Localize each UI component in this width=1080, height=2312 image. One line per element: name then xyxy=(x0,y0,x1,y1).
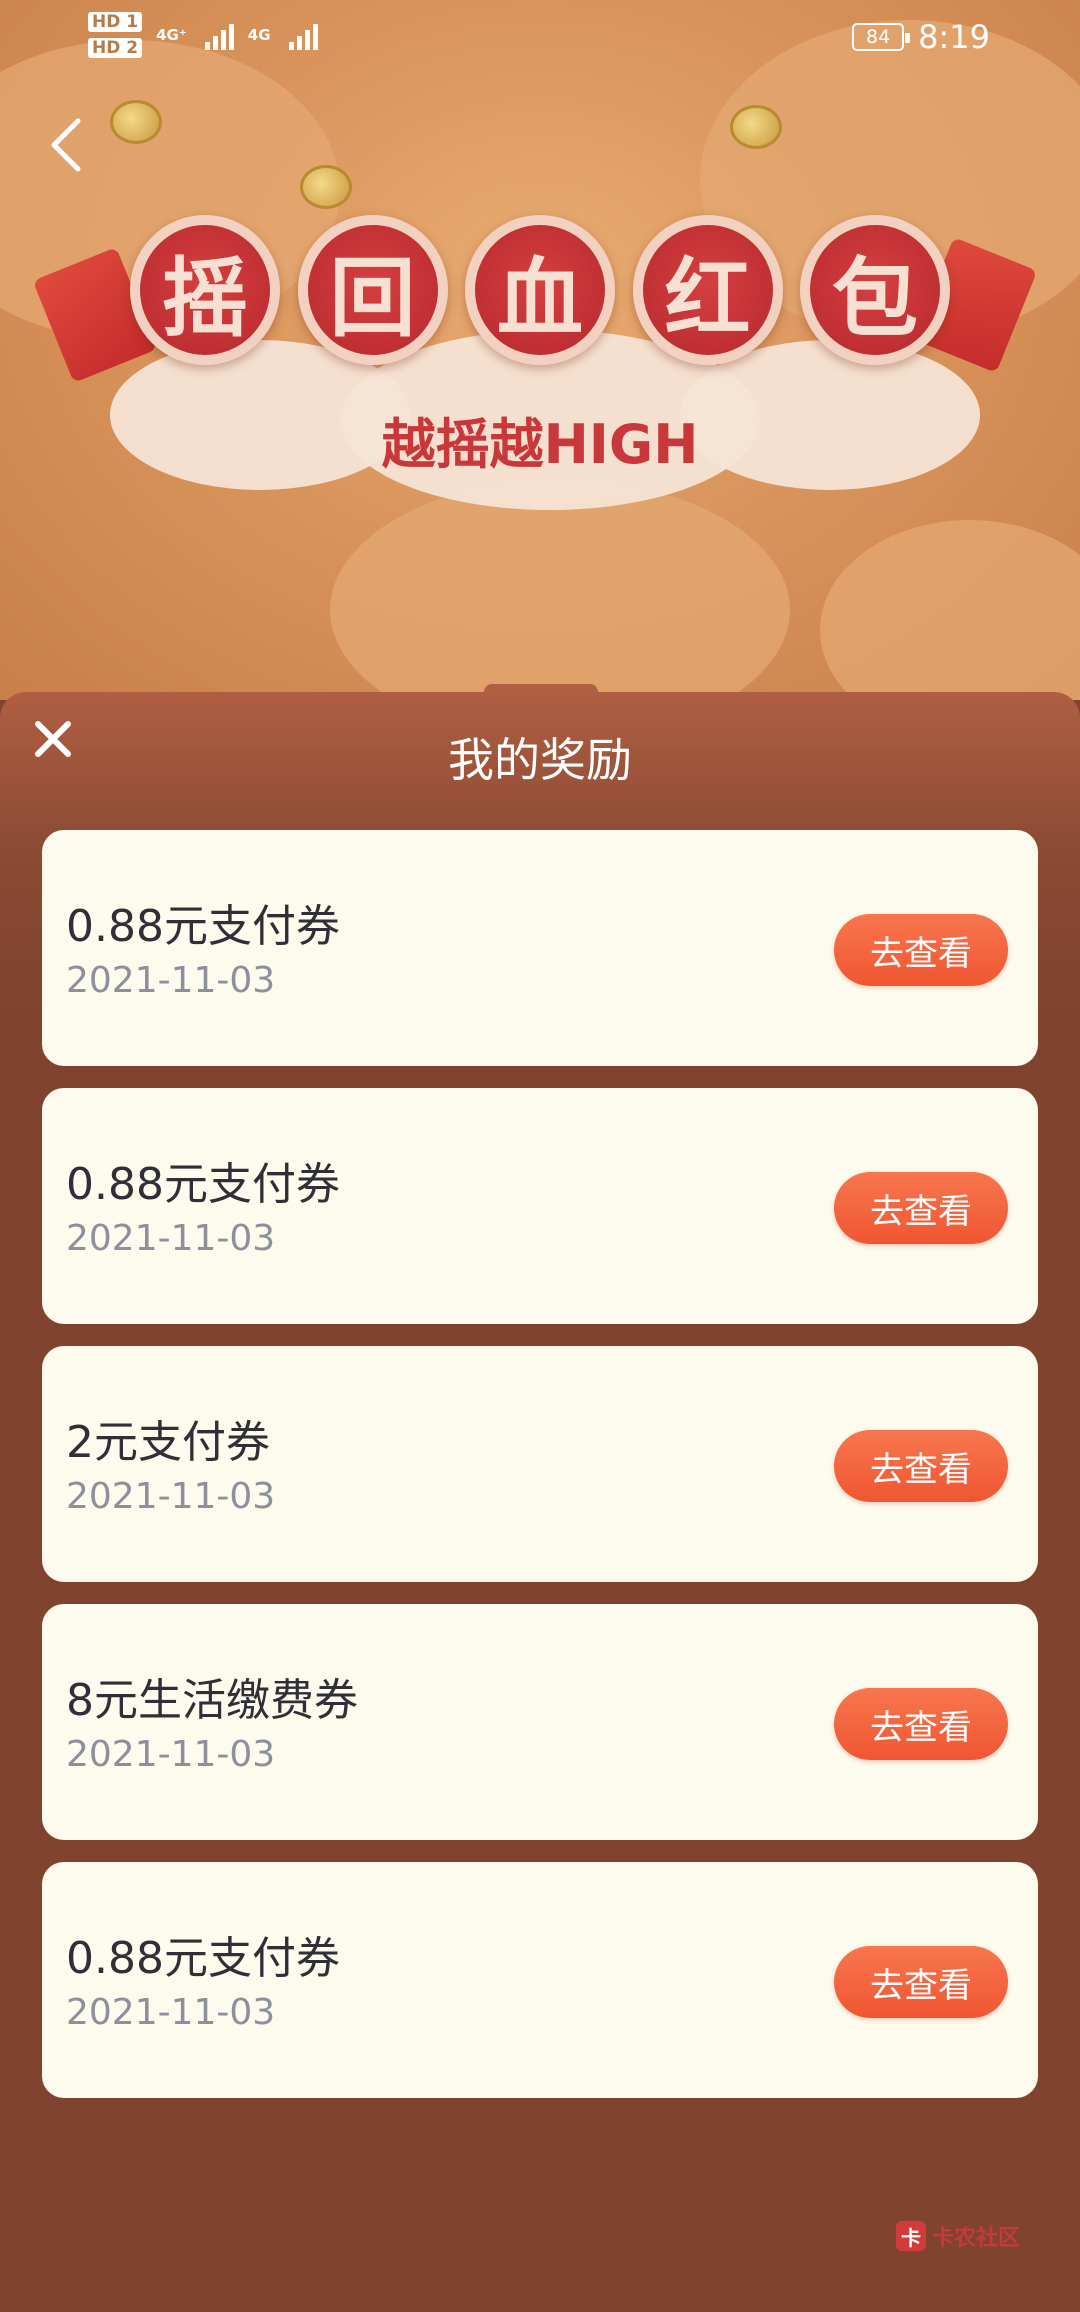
view-reward-button[interactable]: 去查看 xyxy=(834,1430,1008,1502)
title-char: 摇 xyxy=(130,215,280,365)
sim1-badge: HD 1 xyxy=(88,12,143,32)
reward-name: 0.88元支付券 xyxy=(66,1159,340,1210)
background-cloud xyxy=(820,520,1080,700)
view-reward-button[interactable]: 去查看 xyxy=(834,1688,1008,1760)
signal-indicators: HD 1 HD 2 4G⁺ 4G xyxy=(88,12,318,58)
reward-name: 0.88元支付券 xyxy=(66,1933,340,1984)
title-char: 回 xyxy=(297,215,448,365)
reward-date: 2021-11-03 xyxy=(66,1992,276,2033)
reward-card: 2元支付券 2021-11-03 去查看 xyxy=(42,1346,1038,1582)
sheet-header: 我的奖励 xyxy=(0,692,1080,830)
view-reward-button[interactable]: 去查看 xyxy=(834,1172,1008,1244)
sim2-badge: HD 2 xyxy=(88,38,143,58)
chevron-left-icon xyxy=(51,118,81,172)
rewards-sheet: 我的奖励 0.88元支付券 2021-11-03 去查看 0.88元支付券 20… xyxy=(0,692,1080,2312)
reward-date: 2021-11-03 xyxy=(66,1218,276,1259)
reward-name: 8元生活缴费券 xyxy=(66,1675,358,1726)
reward-card: 0.88元支付券 2021-11-03 去查看 xyxy=(42,1088,1038,1324)
view-reward-button[interactable]: 去查看 xyxy=(834,1946,1008,2018)
coin-icon xyxy=(300,165,352,209)
reward-card: 0.88元支付券 2021-11-03 去查看 xyxy=(42,830,1038,1066)
reward-date: 2021-11-03 xyxy=(66,1476,276,1517)
signal-bars-icon xyxy=(204,20,234,50)
banner-title: 摇 回 血 红 包 xyxy=(130,215,950,365)
coin-icon xyxy=(110,100,162,144)
back-button[interactable] xyxy=(40,110,90,180)
network-type: 4G xyxy=(247,26,271,44)
reward-list: 0.88元支付券 2021-11-03 去查看 0.88元支付券 2021-11… xyxy=(42,830,1038,2120)
battery-icon: 84 xyxy=(852,23,911,51)
reward-card: 8元生活缴费券 2021-11-03 去查看 xyxy=(42,1604,1038,1840)
reward-card: 0.88元支付券 2021-11-03 去查看 xyxy=(42,1862,1038,2098)
clock: 8:19 xyxy=(918,18,990,56)
status-bar: HD 1 HD 2 4G⁺ 4G 84 8:19 xyxy=(0,0,1080,80)
banner-subtitle: 越摇越HIGH xyxy=(381,413,699,476)
watermark-text: 卡农社区 xyxy=(931,2226,1020,2251)
background-cloud xyxy=(330,480,790,700)
coin-icon xyxy=(730,105,782,149)
watermark: 卡 卡农社区 xyxy=(895,2220,1020,2252)
promo-banner: 摇 回 血 红 包 越摇越HIGH HD 1 HD 2 4G⁺ 4G 84 8:… xyxy=(0,0,1080,700)
reward-date: 2021-11-03 xyxy=(66,960,276,1001)
watermark-logo-icon: 卡 xyxy=(895,2221,926,2251)
reward-date: 2021-11-03 xyxy=(66,1734,276,1775)
reward-name: 2元支付券 xyxy=(66,1417,270,1468)
sheet-title: 我的奖励 xyxy=(448,733,632,787)
view-reward-button[interactable]: 去查看 xyxy=(834,914,1008,986)
title-char: 红 xyxy=(632,215,783,365)
title-char: 包 xyxy=(800,215,950,365)
network-type: 4G⁺ xyxy=(156,26,187,44)
reward-name: 0.88元支付券 xyxy=(66,901,340,952)
title-char: 血 xyxy=(465,215,615,365)
signal-bars-icon xyxy=(288,20,318,50)
